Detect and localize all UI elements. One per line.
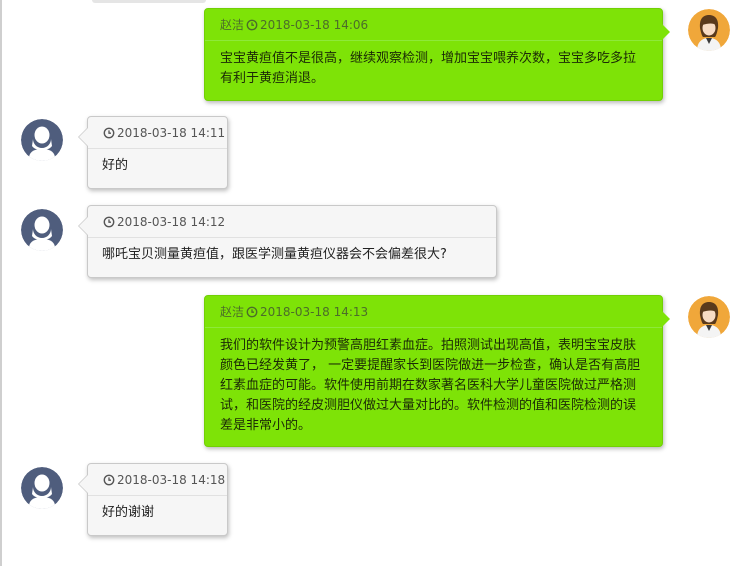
message-header: 赵洁 2018-03-18 14:06 [205, 9, 662, 41]
user-avatar-icon [21, 209, 63, 251]
user-avatar[interactable] [21, 119, 63, 161]
message-text: 好的 [102, 158, 129, 173]
message-time: 2018-03-18 14:18 [117, 473, 226, 487]
clock-icon [103, 216, 115, 228]
message-header: 赵洁 2018-03-18 14:13 [205, 296, 662, 328]
doctor-avatar[interactable] [688, 296, 730, 338]
user-avatar-icon [21, 119, 63, 161]
doctor-avatar-icon [688, 296, 730, 338]
clock-icon [103, 474, 115, 486]
doctor-avatar-icon [688, 9, 730, 51]
message-time: 2018-03-18 14:13 [260, 305, 369, 319]
message-bubble-user: 2018-03-18 14:12 哪吒宝贝测量黄疸值，跟医学测量黄疸仪器会不会偏… [78, 205, 497, 278]
message-time: 2018-03-18 14:11 [117, 126, 226, 140]
message-header: 2018-03-18 14:12 [88, 206, 496, 238]
user-avatar[interactable] [21, 209, 63, 251]
message-bubble-doctor: 赵洁 2018-03-18 14:13 我们的软件设计为预警高胆红素血症。拍照测试… [204, 295, 670, 447]
previous-message-edge [92, 0, 206, 3]
message-time: 2018-03-18 14:06 [260, 18, 369, 32]
message-header: 2018-03-18 14:11 [88, 117, 227, 149]
clock-icon [246, 19, 258, 31]
message-text: 宝宝黄疸值不是很高，继续观察检测，增加宝宝喂养次数，宝宝多吃多拉有利于黄疸消退。 [220, 51, 637, 86]
sender-name: 赵洁 [220, 305, 245, 319]
message-text: 我们的软件设计为预警高胆红素血症。拍照测试出现高值，表明宝宝皮肤颜色已经发黄了，… [220, 338, 641, 433]
message-bubble-doctor: 赵洁 2018-03-18 14:06 宝宝黄疸值不是很高，继续观察检测，增加宝宝… [204, 8, 670, 101]
left-border [0, 0, 2, 566]
message-bubble-user: 2018-03-18 14:18 好的谢谢 [78, 463, 228, 536]
message-header: 2018-03-18 14:18 [88, 464, 227, 496]
message-bubble-user: 2018-03-18 14:11 好的 [78, 116, 228, 189]
message-time: 2018-03-18 14:12 [117, 215, 226, 229]
user-avatar-icon [21, 467, 63, 509]
sender-name: 赵洁 [220, 18, 245, 32]
doctor-avatar[interactable] [688, 9, 730, 51]
clock-icon [103, 127, 115, 139]
message-text: 哪吒宝贝测量黄疸值，跟医学测量黄疸仪器会不会偏差很大? [102, 247, 447, 262]
user-avatar[interactable] [21, 467, 63, 509]
message-text: 好的谢谢 [102, 505, 155, 520]
clock-icon [246, 306, 258, 318]
